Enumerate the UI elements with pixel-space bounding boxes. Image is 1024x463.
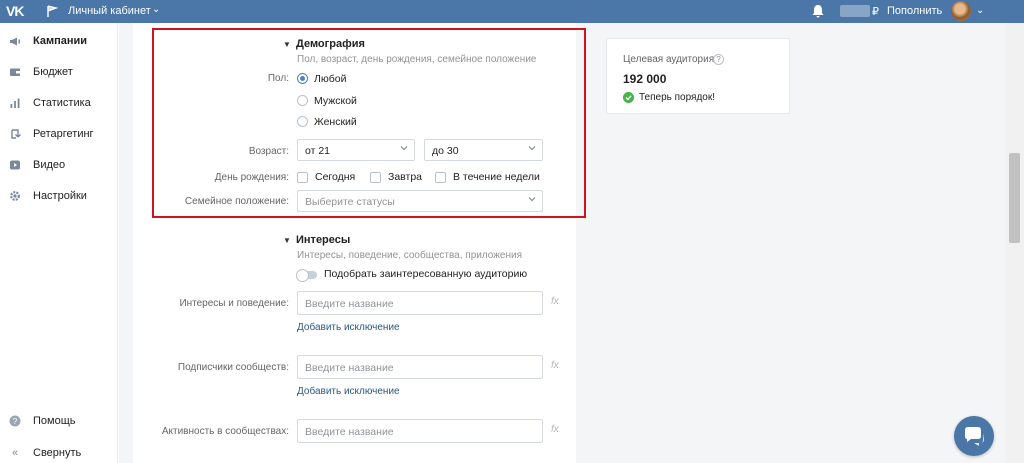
balance-value <box>840 5 870 17</box>
gender-radio-male[interactable] <box>297 95 308 106</box>
birthday-week-label[interactable]: В течение недели <box>453 171 540 183</box>
age-to-select[interactable]: до 30 <box>424 139 543 161</box>
sidebar-item-label: Свернуть <box>33 447 82 459</box>
help-icon[interactable]: ? <box>713 54 724 65</box>
add-exclusion-link[interactable]: Добавить исключение <box>297 322 400 333</box>
age-from-select[interactable]: от 21 <box>297 139 415 161</box>
collapse-triangle-icon[interactable]: ▼ <box>283 236 291 245</box>
chevron-down-icon[interactable]: ⌄ <box>152 4 160 15</box>
sidebar-item-label: Кампании <box>33 35 88 47</box>
gender-option-female[interactable]: Женский <box>314 116 357 128</box>
birthday-label: День рождения: <box>214 172 289 183</box>
section-title-interests[interactable]: Интересы <box>296 234 350 246</box>
gender-radio-any[interactable] <box>297 73 308 84</box>
wallet-icon <box>10 68 20 76</box>
video-icon <box>10 160 20 170</box>
sidebar-item-collapse[interactable]: « Свернуть <box>0 440 118 463</box>
chevron-down-icon <box>528 197 536 202</box>
chevron-down-icon[interactable]: ⌄ <box>976 5 984 16</box>
birthday-tomorrow-label[interactable]: Завтра <box>388 171 422 183</box>
birthday-week-checkbox[interactable] <box>435 172 446 183</box>
birthday-today-checkbox[interactable] <box>297 172 308 183</box>
interested-audience-toggle[interactable] <box>296 269 317 282</box>
fx-icon[interactable]: fx <box>551 424 559 435</box>
audience-card: Целевая аудитория ? 192 000 Теперь поряд… <box>606 38 790 114</box>
megaphone-icon <box>10 37 20 46</box>
scrollbar[interactable] <box>1005 23 1024 463</box>
sidebar-item-campaigns[interactable]: Кампании <box>0 28 118 54</box>
age-label: Возраст: <box>248 146 289 157</box>
section-title-demography[interactable]: Демография <box>296 38 365 50</box>
vk-logo[interactable]: VK <box>6 3 24 19</box>
sidebar-item-label: Статистика <box>33 97 91 109</box>
sidebar-item-statistics[interactable]: Статистика <box>0 90 118 116</box>
section-subtitle: Интересы, поведение, сообщества, приложе… <box>297 250 523 261</box>
sidebar-item-label: Помощь <box>33 415 76 427</box>
marital-status-select[interactable]: Выберите статусы <box>297 190 543 212</box>
svg-text:?: ? <box>13 417 18 426</box>
community-activity-label: Активность в сообществах: <box>161 426 289 437</box>
sidebar: Кампании Бюджет Статистика Ретаргетинг В… <box>0 23 118 463</box>
help-icon: ? <box>9 415 21 427</box>
flag-icon[interactable] <box>45 4 59 18</box>
marital-label: Семейное положение: <box>184 196 289 207</box>
topup-link[interactable]: Пополнить <box>887 5 942 17</box>
sidebar-item-video[interactable]: Видео <box>0 152 118 178</box>
sidebar-item-label: Ретаргетинг <box>33 128 94 140</box>
cabinet-title[interactable]: Личный кабинет <box>68 5 151 17</box>
community-activity-input[interactable]: Введите название <box>297 419 543 443</box>
currency-symbol: ₽ <box>872 6 879 18</box>
gear-icon <box>10 191 20 201</box>
interested-audience-label[interactable]: Подобрать заинтересованную аудиторию <box>324 268 527 280</box>
collapse-triangle-icon[interactable]: ▼ <box>283 40 291 49</box>
community-activity-placeholder: Введите название <box>305 426 394 438</box>
scrollbar-thumb[interactable] <box>1009 153 1020 243</box>
top-bar: VK Личный кабинет ⌄ ₽ Пополнить ⌄ <box>0 0 1024 23</box>
chevron-down-icon <box>400 146 408 151</box>
bell-icon[interactable] <box>810 3 826 19</box>
sidebar-item-label: Бюджет <box>33 66 73 78</box>
fx-icon[interactable]: fx <box>551 296 559 307</box>
sidebar-item-budget[interactable]: Бюджет <box>0 59 118 85</box>
sidebar-item-settings[interactable]: Настройки <box>0 183 118 209</box>
retarget-icon <box>11 129 21 139</box>
interests-label: Интересы и поведение: <box>179 298 289 309</box>
audience-title: Целевая аудитория <box>623 54 715 65</box>
chat-icon <box>965 427 984 446</box>
age-to-value: до 30 <box>432 145 459 157</box>
sidebar-item-help[interactable]: ? Помощь <box>0 408 118 434</box>
checkmark-icon <box>623 92 634 103</box>
birthday-today-label[interactable]: Сегодня <box>315 171 355 183</box>
double-chevron-left-icon: « <box>11 447 19 459</box>
avatar[interactable] <box>951 1 971 21</box>
subscribers-label: Подписчики сообществ: <box>177 362 289 373</box>
fx-icon[interactable]: fx <box>551 360 559 371</box>
chevron-down-icon <box>528 146 536 151</box>
subscribers-placeholder: Введите название <box>305 362 394 374</box>
gender-option-male[interactable]: Мужской <box>314 95 357 107</box>
birthday-tomorrow-checkbox[interactable] <box>370 172 381 183</box>
chat-button[interactable] <box>954 416 994 456</box>
audience-count: 192 000 <box>623 72 667 86</box>
marital-placeholder: Выберите статусы <box>305 196 395 208</box>
age-from-value: от 21 <box>305 145 331 157</box>
gender-label: Пол: <box>267 73 289 84</box>
bar-chart-icon <box>10 98 20 108</box>
gender-radio-female[interactable] <box>297 116 308 127</box>
subscribers-input[interactable]: Введите название <box>297 355 543 379</box>
interests-placeholder: Введите название <box>305 298 394 310</box>
sidebar-item-retargeting[interactable]: Ретаргетинг <box>0 121 118 147</box>
section-subtitle: Пол, возраст, день рождения, семейное по… <box>297 54 537 65</box>
audience-status: Теперь порядок! <box>639 92 716 103</box>
interests-input[interactable]: Введите название <box>297 291 543 315</box>
sidebar-item-label: Настройки <box>33 190 87 202</box>
sidebar-item-label: Видео <box>33 159 66 171</box>
add-exclusion-link[interactable]: Добавить исключение <box>297 386 400 397</box>
gender-option-any[interactable]: Любой <box>314 73 346 85</box>
